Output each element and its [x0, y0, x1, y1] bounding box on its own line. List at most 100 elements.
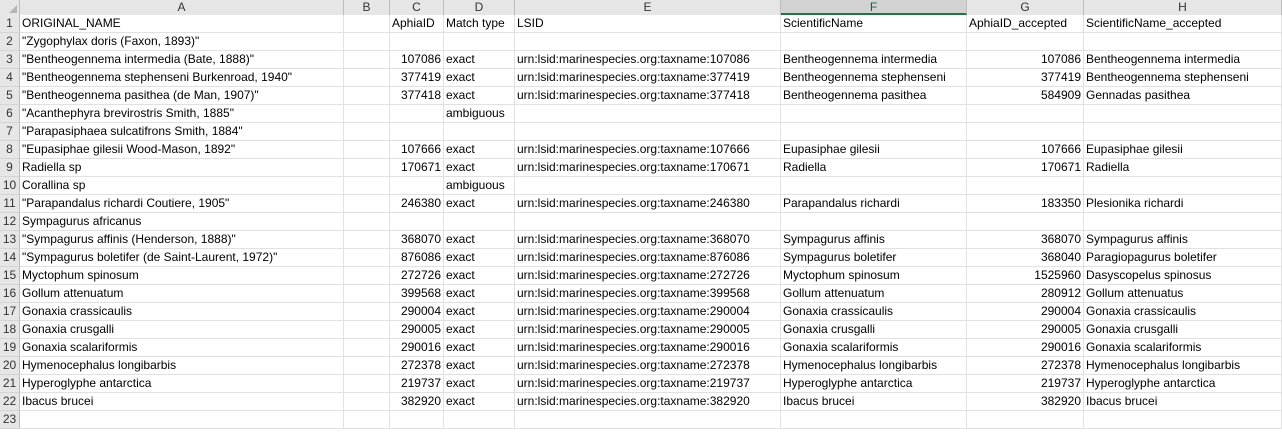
cell-e[interactable]: urn:lsid:marinespecies.org:taxname:29000…: [515, 303, 781, 321]
cell-f[interactable]: Bentheogennema pasithea: [781, 87, 967, 105]
cell-b[interactable]: [344, 357, 390, 375]
row-header-2[interactable]: 2: [0, 33, 20, 51]
cell-g[interactable]: 290016: [967, 339, 1084, 357]
cell-a[interactable]: "Sympagurus affinis (Henderson, 1888)": [20, 231, 344, 249]
cell-e[interactable]: urn:lsid:marinespecies.org:taxname:37741…: [515, 87, 781, 105]
cell-d[interactable]: exact: [444, 141, 515, 159]
column-header-h[interactable]: H: [1084, 0, 1282, 15]
cell-a[interactable]: Gonaxia crusgalli: [20, 321, 344, 339]
cell-h[interactable]: Gonaxia crassicaulis: [1084, 303, 1282, 321]
cell-a[interactable]: Myctophum spinosum: [20, 267, 344, 285]
row-header-23[interactable]: 23: [0, 411, 20, 429]
row-header-9[interactable]: 9: [0, 159, 20, 177]
cell-f[interactable]: Bentheogennema intermedia: [781, 51, 967, 69]
cell-e[interactable]: urn:lsid:marinespecies.org:taxname:10766…: [515, 141, 781, 159]
row-header-10[interactable]: 10: [0, 177, 20, 195]
cell-b[interactable]: [344, 87, 390, 105]
cell-a[interactable]: Gollum attenuatum: [20, 285, 344, 303]
cell-f[interactable]: [781, 105, 967, 123]
cell-c[interactable]: [390, 411, 444, 429]
cell-g[interactable]: 183350: [967, 195, 1084, 213]
cell-d[interactable]: [444, 411, 515, 429]
cell-c[interactable]: 399568: [390, 285, 444, 303]
cell-d[interactable]: exact: [444, 231, 515, 249]
cell-h[interactable]: Sympagurus affinis: [1084, 231, 1282, 249]
cell-e[interactable]: urn:lsid:marinespecies.org:taxname:87608…: [515, 249, 781, 267]
header-cell-g[interactable]: AphiaID_accepted: [967, 15, 1084, 33]
header-cell-e[interactable]: LSID: [515, 15, 781, 33]
cell-e[interactable]: [515, 123, 781, 141]
column-header-c[interactable]: C: [390, 0, 444, 15]
cell-f[interactable]: Gonaxia crusgalli: [781, 321, 967, 339]
cell-g[interactable]: 377419: [967, 69, 1084, 87]
cell-g[interactable]: 584909: [967, 87, 1084, 105]
cell-d[interactable]: exact: [444, 159, 515, 177]
row-header-12[interactable]: 12: [0, 213, 20, 231]
row-header-4[interactable]: 4: [0, 69, 20, 87]
cell-d[interactable]: exact: [444, 69, 515, 87]
cell-g[interactable]: [967, 123, 1084, 141]
cell-c[interactable]: 290004: [390, 303, 444, 321]
cell-g[interactable]: [967, 177, 1084, 195]
cell-f[interactable]: Gonaxia scalariformis: [781, 339, 967, 357]
cell-b[interactable]: [344, 267, 390, 285]
cell-e[interactable]: urn:lsid:marinespecies.org:taxname:27272…: [515, 267, 781, 285]
cell-b[interactable]: [344, 411, 390, 429]
cell-e[interactable]: [515, 105, 781, 123]
row-header-3[interactable]: 3: [0, 51, 20, 69]
cell-c[interactable]: 107086: [390, 51, 444, 69]
row-header-16[interactable]: 16: [0, 285, 20, 303]
cell-h[interactable]: Radiella: [1084, 159, 1282, 177]
cell-h[interactable]: Eupasiphae gilesii: [1084, 141, 1282, 159]
cell-e[interactable]: urn:lsid:marinespecies.org:taxname:27237…: [515, 357, 781, 375]
cell-d[interactable]: exact: [444, 375, 515, 393]
cell-c[interactable]: 368070: [390, 231, 444, 249]
cell-a[interactable]: "Bentheogennema pasithea (de Man, 1907)": [20, 87, 344, 105]
cell-f[interactable]: Hyperoglyphe antarctica: [781, 375, 967, 393]
cell-b[interactable]: [344, 375, 390, 393]
cell-f[interactable]: [781, 411, 967, 429]
row-header-17[interactable]: 17: [0, 303, 20, 321]
cell-c[interactable]: 382920: [390, 393, 444, 411]
row-header-8[interactable]: 8: [0, 141, 20, 159]
cell-c[interactable]: [390, 177, 444, 195]
cell-h[interactable]: [1084, 411, 1282, 429]
cell-f[interactable]: Ibacus brucei: [781, 393, 967, 411]
row-header-22[interactable]: 22: [0, 393, 20, 411]
cell-g[interactable]: [967, 411, 1084, 429]
cell-g[interactable]: [967, 105, 1084, 123]
cell-c[interactable]: 876086: [390, 249, 444, 267]
cell-d[interactable]: exact: [444, 321, 515, 339]
cell-c[interactable]: [390, 213, 444, 231]
cell-b[interactable]: [344, 213, 390, 231]
cell-g[interactable]: 290004: [967, 303, 1084, 321]
cell-h[interactable]: Bentheogennema intermedia: [1084, 51, 1282, 69]
cell-a[interactable]: "Bentheogennema stephenseni Burkenroad, …: [20, 69, 344, 87]
cell-h[interactable]: Plesionika richardi: [1084, 195, 1282, 213]
cell-d[interactable]: exact: [444, 339, 515, 357]
cell-b[interactable]: [344, 393, 390, 411]
cell-b[interactable]: [344, 105, 390, 123]
cell-g[interactable]: 272378: [967, 357, 1084, 375]
row-header-14[interactable]: 14: [0, 249, 20, 267]
header-cell-a[interactable]: ORIGINAL_NAME: [20, 15, 344, 33]
cell-e[interactable]: [515, 33, 781, 51]
cell-a[interactable]: "Parapandalus richardi Coutiere, 1905": [20, 195, 344, 213]
cell-h[interactable]: [1084, 33, 1282, 51]
cell-g[interactable]: 368040: [967, 249, 1084, 267]
cell-h[interactable]: Dasyscopelus spinosus: [1084, 267, 1282, 285]
cell-e[interactable]: [515, 213, 781, 231]
cell-d[interactable]: exact: [444, 87, 515, 105]
cell-e[interactable]: [515, 411, 781, 429]
cell-d[interactable]: exact: [444, 393, 515, 411]
cell-a[interactable]: Radiella sp: [20, 159, 344, 177]
cell-f[interactable]: Hymenocephalus longibarbis: [781, 357, 967, 375]
cell-f[interactable]: Radiella: [781, 159, 967, 177]
cell-e[interactable]: urn:lsid:marinespecies.org:taxname:29001…: [515, 339, 781, 357]
cell-a[interactable]: Gonaxia crassicaulis: [20, 303, 344, 321]
cell-d[interactable]: exact: [444, 195, 515, 213]
cell-b[interactable]: [344, 285, 390, 303]
spreadsheet-grid[interactable]: A B C D E F G H 1 2 3 4 5 6 7 8 9 10 11 12 13 14 15 16 17 18 19 20 2…: [0, 0, 1282, 432]
row-header-20[interactable]: 20: [0, 357, 20, 375]
cell-d[interactable]: exact: [444, 51, 515, 69]
